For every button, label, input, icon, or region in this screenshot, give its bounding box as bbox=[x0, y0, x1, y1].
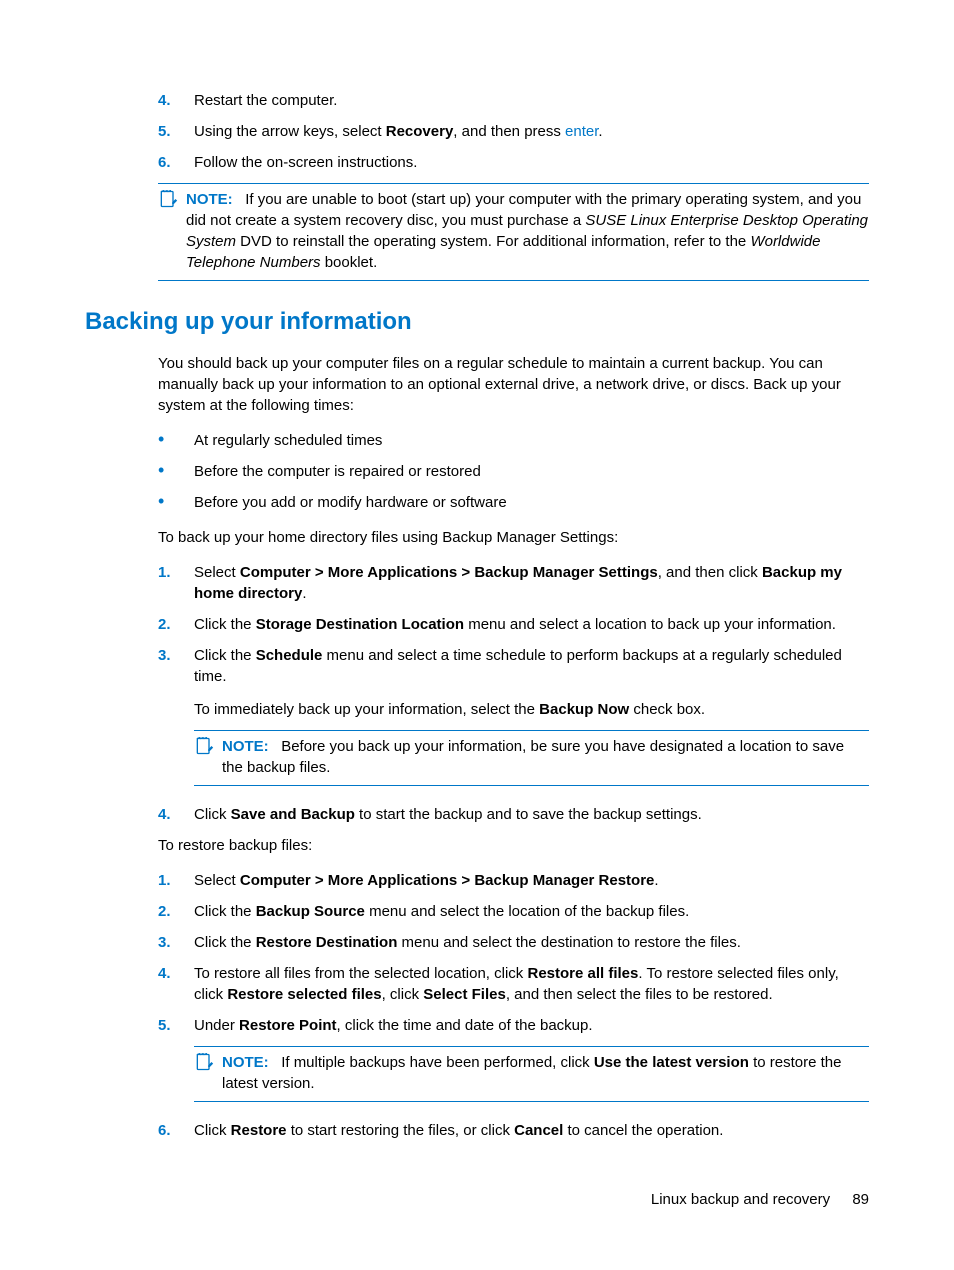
note-text: If multiple backups have been performed,… bbox=[222, 1054, 841, 1092]
note-label: NOTE: bbox=[222, 738, 269, 755]
list-number: 4. bbox=[158, 90, 194, 111]
note-box-2: NOTE: Before you back up your informatio… bbox=[194, 730, 869, 786]
backup-step4-list: 4.Click Save and Backup to start the bac… bbox=[158, 804, 869, 825]
page-number: 89 bbox=[852, 1191, 869, 1208]
restore-step6-list: 6.Click Restore to start restoring the f… bbox=[158, 1120, 869, 1141]
list-item: •Before the computer is repaired or rest… bbox=[158, 461, 869, 482]
list-item: 6.Click Restore to start restoring the f… bbox=[158, 1120, 869, 1141]
footer-title: Linux backup and recovery bbox=[651, 1191, 830, 1208]
note-body: NOTE: If you are unable to boot (start u… bbox=[186, 189, 869, 273]
list-number: 5. bbox=[158, 1015, 194, 1036]
list-number: 4. bbox=[158, 963, 194, 1005]
list-number: 6. bbox=[158, 152, 194, 173]
note-box-1: NOTE: If you are unable to boot (start u… bbox=[158, 183, 869, 281]
backup-sub-paragraph: To immediately back up your information,… bbox=[194, 699, 869, 720]
list-item: 2.Click the Storage Destination Location… bbox=[158, 614, 869, 635]
bullet-icon: • bbox=[158, 492, 194, 513]
list-text: Restart the computer. bbox=[194, 90, 869, 111]
list-number: 2. bbox=[158, 614, 194, 635]
list-number: 5. bbox=[158, 121, 194, 142]
list-item: 4.Click Save and Backup to start the bac… bbox=[158, 804, 869, 825]
note-icon bbox=[194, 736, 218, 756]
list-number: 4. bbox=[158, 804, 194, 825]
list-item: 3.Click the Restore Destination menu and… bbox=[158, 932, 869, 953]
list-number: 1. bbox=[158, 562, 194, 604]
note-icon bbox=[158, 189, 182, 209]
list-text: Click Restore to start restoring the fil… bbox=[194, 1120, 869, 1141]
intro-paragraph: You should back up your computer files o… bbox=[158, 353, 869, 416]
list-text: Under Restore Point, click the time and … bbox=[194, 1015, 869, 1036]
list-item: 2.Click the Backup Source menu and selec… bbox=[158, 901, 869, 922]
note-body: NOTE: If multiple backups have been perf… bbox=[222, 1052, 869, 1094]
list-number: 3. bbox=[158, 932, 194, 953]
list-text: Click the Schedule menu and select a tim… bbox=[194, 645, 869, 687]
list-number: 1. bbox=[158, 870, 194, 891]
page-footer: Linux backup and recovery 89 bbox=[651, 1189, 869, 1210]
list-number: 3. bbox=[158, 645, 194, 687]
section-heading: Backing up your information bbox=[85, 305, 869, 339]
list-item: 1.Select Computer > More Applications > … bbox=[158, 562, 869, 604]
numbered-list-top: 4.Restart the computer.5.Using the arrow… bbox=[158, 90, 869, 173]
list-item: 1.Select Computer > More Applications > … bbox=[158, 870, 869, 891]
list-text: At regularly scheduled times bbox=[194, 430, 869, 451]
note-icon bbox=[194, 1052, 218, 1072]
list-item: 6.Follow the on-screen instructions. bbox=[158, 152, 869, 173]
list-item: •Before you add or modify hardware or so… bbox=[158, 492, 869, 513]
note-body: NOTE: Before you back up your informatio… bbox=[222, 736, 869, 778]
backup-steps-list: 1.Select Computer > More Applications > … bbox=[158, 562, 869, 687]
list-text: Click the Restore Destination menu and s… bbox=[194, 932, 869, 953]
list-item: •At regularly scheduled times bbox=[158, 430, 869, 451]
section-body: You should back up your computer files o… bbox=[158, 353, 869, 1141]
list-text: Using the arrow keys, select Recovery, a… bbox=[194, 121, 869, 142]
list-number: 2. bbox=[158, 901, 194, 922]
document-page: 4.Restart the computer.5.Using the arrow… bbox=[0, 0, 954, 1270]
note-text: Before you back up your information, be … bbox=[222, 738, 844, 776]
list-text: Click the Backup Source menu and select … bbox=[194, 901, 869, 922]
bullet-icon: • bbox=[158, 430, 194, 451]
list-text: Click the Storage Destination Location m… bbox=[194, 614, 869, 635]
list-text: Select Computer > More Applications > Ba… bbox=[194, 870, 869, 891]
backup-lead: To back up your home directory files usi… bbox=[158, 527, 869, 548]
list-text: Follow the on-screen instructions. bbox=[194, 152, 869, 173]
list-text: Before you add or modify hardware or sof… bbox=[194, 492, 869, 513]
list-text: To restore all files from the selected l… bbox=[194, 963, 869, 1005]
list-item: 5.Under Restore Point, click the time an… bbox=[158, 1015, 869, 1036]
list-item: 4.Restart the computer. bbox=[158, 90, 869, 111]
note-text: If you are unable to boot (start up) you… bbox=[186, 191, 868, 271]
list-text: Before the computer is repaired or resto… bbox=[194, 461, 869, 482]
note-box-3: NOTE: If multiple backups have been perf… bbox=[194, 1046, 869, 1102]
list-number: 6. bbox=[158, 1120, 194, 1141]
list-text: Select Computer > More Applications > Ba… bbox=[194, 562, 869, 604]
list-item: 4.To restore all files from the selected… bbox=[158, 963, 869, 1005]
list-item: 5.Using the arrow keys, select Recovery,… bbox=[158, 121, 869, 142]
note-label: NOTE: bbox=[186, 191, 233, 208]
list-text: Click Save and Backup to start the backu… bbox=[194, 804, 869, 825]
list-item: 3.Click the Schedule menu and select a t… bbox=[158, 645, 869, 687]
restore-lead: To restore backup files: bbox=[158, 835, 869, 856]
note-label: NOTE: bbox=[222, 1054, 269, 1071]
bullet-list: •At regularly scheduled times•Before the… bbox=[158, 430, 869, 513]
content-area: 4.Restart the computer.5.Using the arrow… bbox=[158, 90, 869, 281]
restore-steps-list: 1.Select Computer > More Applications > … bbox=[158, 870, 869, 1036]
bullet-icon: • bbox=[158, 461, 194, 482]
